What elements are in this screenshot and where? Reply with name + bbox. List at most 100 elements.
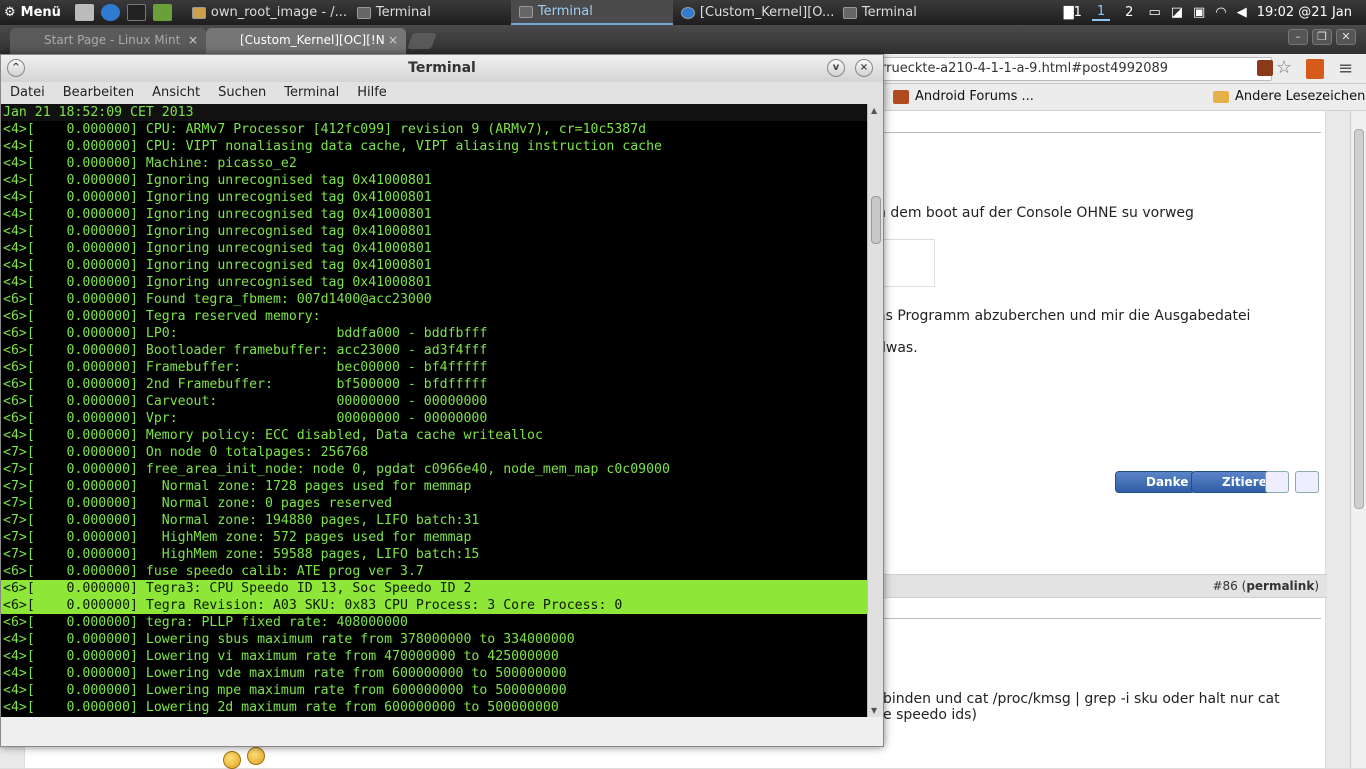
menu-datei[interactable]: Datei xyxy=(1,82,54,104)
terminal-line-selected: <6>[ 0.000000] Tegra3: CPU Speedo ID 13,… xyxy=(1,580,867,597)
files-launcher-icon[interactable] xyxy=(152,4,172,21)
workspace-2[interactable]: 2 xyxy=(1120,5,1138,20)
multiquote-icon[interactable] xyxy=(1265,471,1289,493)
minimize-icon[interactable]: v xyxy=(827,59,845,77)
terminal-scrollbar[interactable]: ▲ ▼ xyxy=(867,104,883,717)
scroll-thumb[interactable] xyxy=(871,196,881,244)
show-desktop-icon[interactable]: ▭ xyxy=(1148,5,1160,20)
terminal-line: <6>[ 0.000000] tegra: PLLP fixed rate: 4… xyxy=(3,615,408,630)
terminal-line: <4>[ 0.000000] Lowering vde maximum rate… xyxy=(3,666,567,681)
terminal-line: <6>[ 0.000000] Vpr: 00000000 - 00000000 xyxy=(3,411,488,426)
wifi-icon[interactable]: ◠ xyxy=(1215,5,1226,20)
taskbar-item-files[interactable]: own_root_image - /... xyxy=(184,0,349,25)
terminal-titlebar[interactable]: ^ Terminal v × xyxy=(1,55,883,82)
terminal-output[interactable]: Jan 21 18:52:09 CET 2013 <4>[ 0.000000] … xyxy=(1,104,867,717)
keyboard-icon[interactable]: ▣ xyxy=(1193,5,1205,20)
post-text-line: e speedo ids) xyxy=(883,707,977,723)
terminal-line: <7>[ 0.000000] HighMem zone: 572 pages u… xyxy=(3,530,472,545)
terminal-line: <6>[ 0.000000] Found tegra_fbmem: 007d14… xyxy=(3,292,432,307)
extension-icon[interactable] xyxy=(1257,60,1273,76)
terminal-bottom-area xyxy=(1,717,883,746)
terminal-icon xyxy=(518,5,533,18)
terminal-line: <7>[ 0.000000] free_area_init_node: node… xyxy=(3,462,670,477)
menu-suchen[interactable]: Suchen xyxy=(209,82,275,104)
star-icon[interactable]: ☆ xyxy=(1276,57,1292,78)
terminal-line: <4>[ 0.000000] Ignoring unrecognised tag… xyxy=(3,224,432,239)
camera-launcher-icon[interactable] xyxy=(74,4,94,21)
window-title: Terminal xyxy=(408,60,476,76)
folder-icon xyxy=(1213,90,1229,103)
messages-indicator[interactable]: ▇1 xyxy=(1064,5,1082,20)
android-forums-favicon xyxy=(893,89,909,104)
terminal-launcher-icon[interactable] xyxy=(126,4,146,21)
close-icon[interactable]: ✕ xyxy=(1336,29,1356,45)
scroll-thumb[interactable] xyxy=(1354,129,1364,509)
terminal-line: <4>[ 0.000000] Ignoring unrecognised tag… xyxy=(3,207,432,222)
terminal-line: <7>[ 0.000000] Normal zone: 0 pages rese… xyxy=(3,496,393,511)
menu-label: Menü xyxy=(20,5,61,20)
maximize-icon[interactable]: ❐ xyxy=(1312,29,1332,45)
terminal-line: <6>[ 0.000000] fuse speedo calib: ATE pr… xyxy=(3,564,424,579)
terminal-line: Jan 21 18:52:09 CET 2013 xyxy=(1,104,867,121)
menu-bearbeiten[interactable]: Bearbeiten xyxy=(54,82,143,104)
post-number: #86 (permalink) xyxy=(1212,579,1319,593)
top-panel: ⚙ Menü own_root_image - /... Terminal Te… xyxy=(0,0,1366,25)
close-tab-icon[interactable]: × xyxy=(388,33,398,47)
post-text-line: h dem boot auf der Console OHNE su vorwe… xyxy=(877,205,1194,221)
terminal-line: <4>[ 0.000000] Lowering mpe maximum rate… xyxy=(3,683,567,698)
smiley-icon xyxy=(223,751,241,769)
bookmark-extension-icon[interactable] xyxy=(1306,59,1324,79)
terminal-line: <7>[ 0.000000] Normal zone: 194880 pages… xyxy=(3,513,480,528)
taskbar-item-terminal-1[interactable]: Terminal xyxy=(349,0,511,25)
terminal-line-selected: <6>[ 0.000000] Tegra Revision: A03 SKU: … xyxy=(1,597,867,614)
wrench-icon[interactable]: ≡ xyxy=(1338,58,1353,79)
scroll-down-icon[interactable]: ▼ xyxy=(871,706,877,715)
permalink-link[interactable]: permalink xyxy=(1246,579,1314,593)
gear-icon: ⚙ xyxy=(4,5,16,20)
edit-icon[interactable] xyxy=(1295,471,1319,493)
taskbar-item-terminal-2[interactable]: Terminal xyxy=(510,0,673,25)
menu-terminal[interactable]: Terminal xyxy=(275,82,348,104)
window-menu-icon[interactable]: ^ xyxy=(7,59,25,77)
browser-launcher-icon[interactable] xyxy=(100,4,120,21)
workspace-1[interactable]: 1 xyxy=(1091,4,1111,21)
terminal-line: <6>[ 0.000000] 2nd Framebuffer: bf500000… xyxy=(3,377,488,392)
danke-button[interactable]: Danke xyxy=(1115,471,1196,493)
terminal-line: <4>[ 0.000000] Ignoring unrecognised tag… xyxy=(3,275,432,290)
mint-menu-button[interactable]: ⚙ Menü xyxy=(0,0,69,25)
terminal-line: <6>[ 0.000000] Bootloader framebuffer: a… xyxy=(3,343,488,358)
bookmark-android-forums[interactable]: Android Forums ... xyxy=(893,89,1034,104)
terminal-line: <4>[ 0.000000] Lowering vi maximum rate … xyxy=(3,649,559,664)
terminal-line: <4>[ 0.000000] CPU: VIPT nonaliasing dat… xyxy=(3,139,662,154)
terminal-window: ^ Terminal v × Datei Bearbeiten Ansicht … xyxy=(0,54,884,747)
terminal-line: <4>[ 0.000000] Ignoring unrecognised tag… xyxy=(3,190,432,205)
terminal-line: <7>[ 0.000000] On node 0 totalpages: 256… xyxy=(3,445,369,460)
url-bar[interactable]: rrueckte-a210-4-1-1-a-9.html#post4992089 xyxy=(880,57,1272,81)
chromium-icon xyxy=(680,6,695,19)
minimize-icon[interactable]: – xyxy=(1288,29,1308,45)
smiley-icon xyxy=(247,747,265,765)
terminal-line: <6>[ 0.000000] Carveout: 00000000 - 0000… xyxy=(3,394,488,409)
page-scrollbar[interactable] xyxy=(1350,111,1366,768)
tab-custom-kernel[interactable]: [Custom_Kernel][OC][!N × xyxy=(206,28,406,54)
terminal-line: <4>[ 0.000000] Ignoring unrecognised tag… xyxy=(3,258,432,273)
browser-tabbar: Start Page - Linux Mint × [Custom_Kernel]… xyxy=(0,25,1366,54)
terminal-line: <6>[ 0.000000] Tegra reserved memory: xyxy=(3,309,321,324)
clock[interactable]: 19:02 @21 Jan xyxy=(1257,5,1352,20)
bookmark-other[interactable]: Andere Lesezeichen xyxy=(1213,89,1365,104)
close-icon[interactable]: × xyxy=(855,59,873,77)
terminal-line: <4>[ 0.000000] Lowering 2d maximum rate … xyxy=(3,700,559,715)
menu-ansicht[interactable]: Ansicht xyxy=(143,82,209,104)
tab-start-page[interactable]: Start Page - Linux Mint × xyxy=(10,28,206,54)
menu-hilfe[interactable]: Hilfe xyxy=(348,82,396,104)
taskbar-item-terminal-3[interactable]: Terminal xyxy=(835,0,985,25)
terminal-line: <6>[ 0.000000] Framebuffer: bec00000 - b… xyxy=(3,360,488,375)
terminal-line: <7>[ 0.000000] HighMem zone: 59588 pages… xyxy=(3,547,480,562)
volume-icon[interactable]: ◀ xyxy=(1237,5,1247,20)
terminal-line: <7>[ 0.000000] Normal zone: 1728 pages u… xyxy=(3,479,472,494)
close-tab-icon[interactable]: × xyxy=(188,33,198,47)
display-icon[interactable]: ◪ xyxy=(1171,5,1183,20)
taskbar-item-browser[interactable]: [Custom_Kernel][O... xyxy=(673,0,835,25)
new-tab-button[interactable] xyxy=(407,33,437,49)
scroll-up-icon[interactable]: ▲ xyxy=(871,106,877,115)
